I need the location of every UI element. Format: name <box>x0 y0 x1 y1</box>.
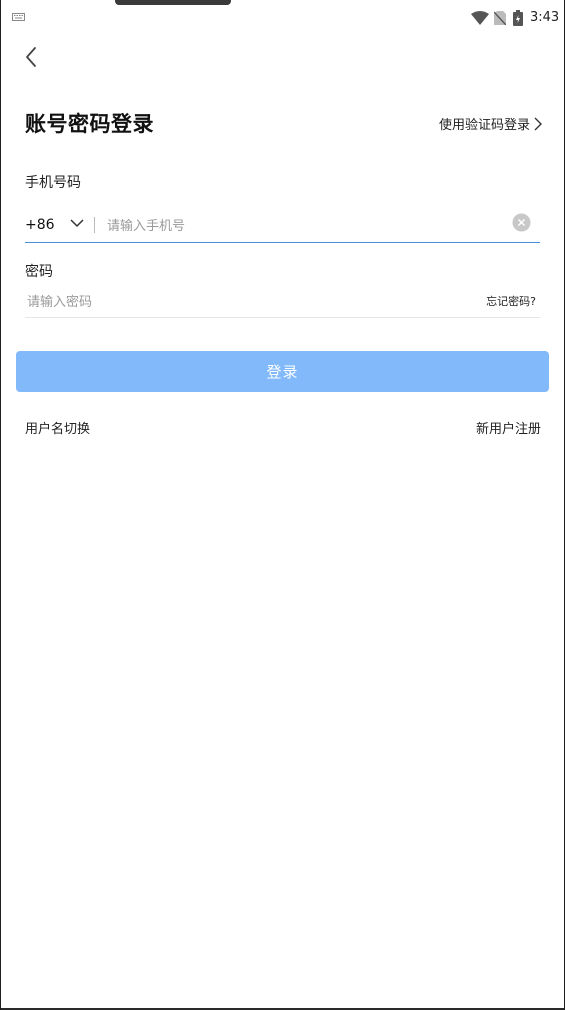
register-link[interactable]: 新用户注册 <box>476 418 541 437</box>
battery-icon <box>513 10 523 26</box>
password-input[interactable] <box>25 290 409 314</box>
switch-username-link[interactable]: 用户名切换 <box>25 418 90 437</box>
password-field-row: 忘记密码? <box>25 286 540 318</box>
country-code[interactable]: +86 <box>25 217 55 233</box>
page-title: 账号密码登录 <box>25 112 154 136</box>
back-arrow-icon[interactable] <box>19 43 43 71</box>
login-screen: 3:43 账号密码登录 使用验证码登录 手机号码 +86 密码 忘记密码? 登录… <box>1 0 564 1010</box>
no-sim-icon <box>494 11 506 25</box>
switch-link-label: 使用验证码登录 <box>438 118 530 133</box>
keyboard-icon <box>12 13 25 21</box>
phone-field-row: +86 <box>25 206 540 243</box>
forgot-password-link[interactable]: 忘记密码? <box>486 293 536 309</box>
status-time: 3:43 <box>530 10 560 25</box>
chevron-down-icon[interactable] <box>70 218 84 228</box>
phone-label: 手机号码 <box>25 175 81 191</box>
chevron-right-icon <box>534 117 542 130</box>
status-bar: 3:43 <box>1 0 564 36</box>
field-divider <box>94 217 95 233</box>
password-label: 密码 <box>25 264 53 280</box>
switch-to-sms-login-link[interactable]: 使用验证码登录 <box>439 114 542 133</box>
phone-input[interactable] <box>105 214 499 238</box>
login-button[interactable]: 登录 <box>16 351 549 392</box>
clear-input-icon[interactable] <box>512 213 531 232</box>
wifi-icon <box>471 11 489 25</box>
